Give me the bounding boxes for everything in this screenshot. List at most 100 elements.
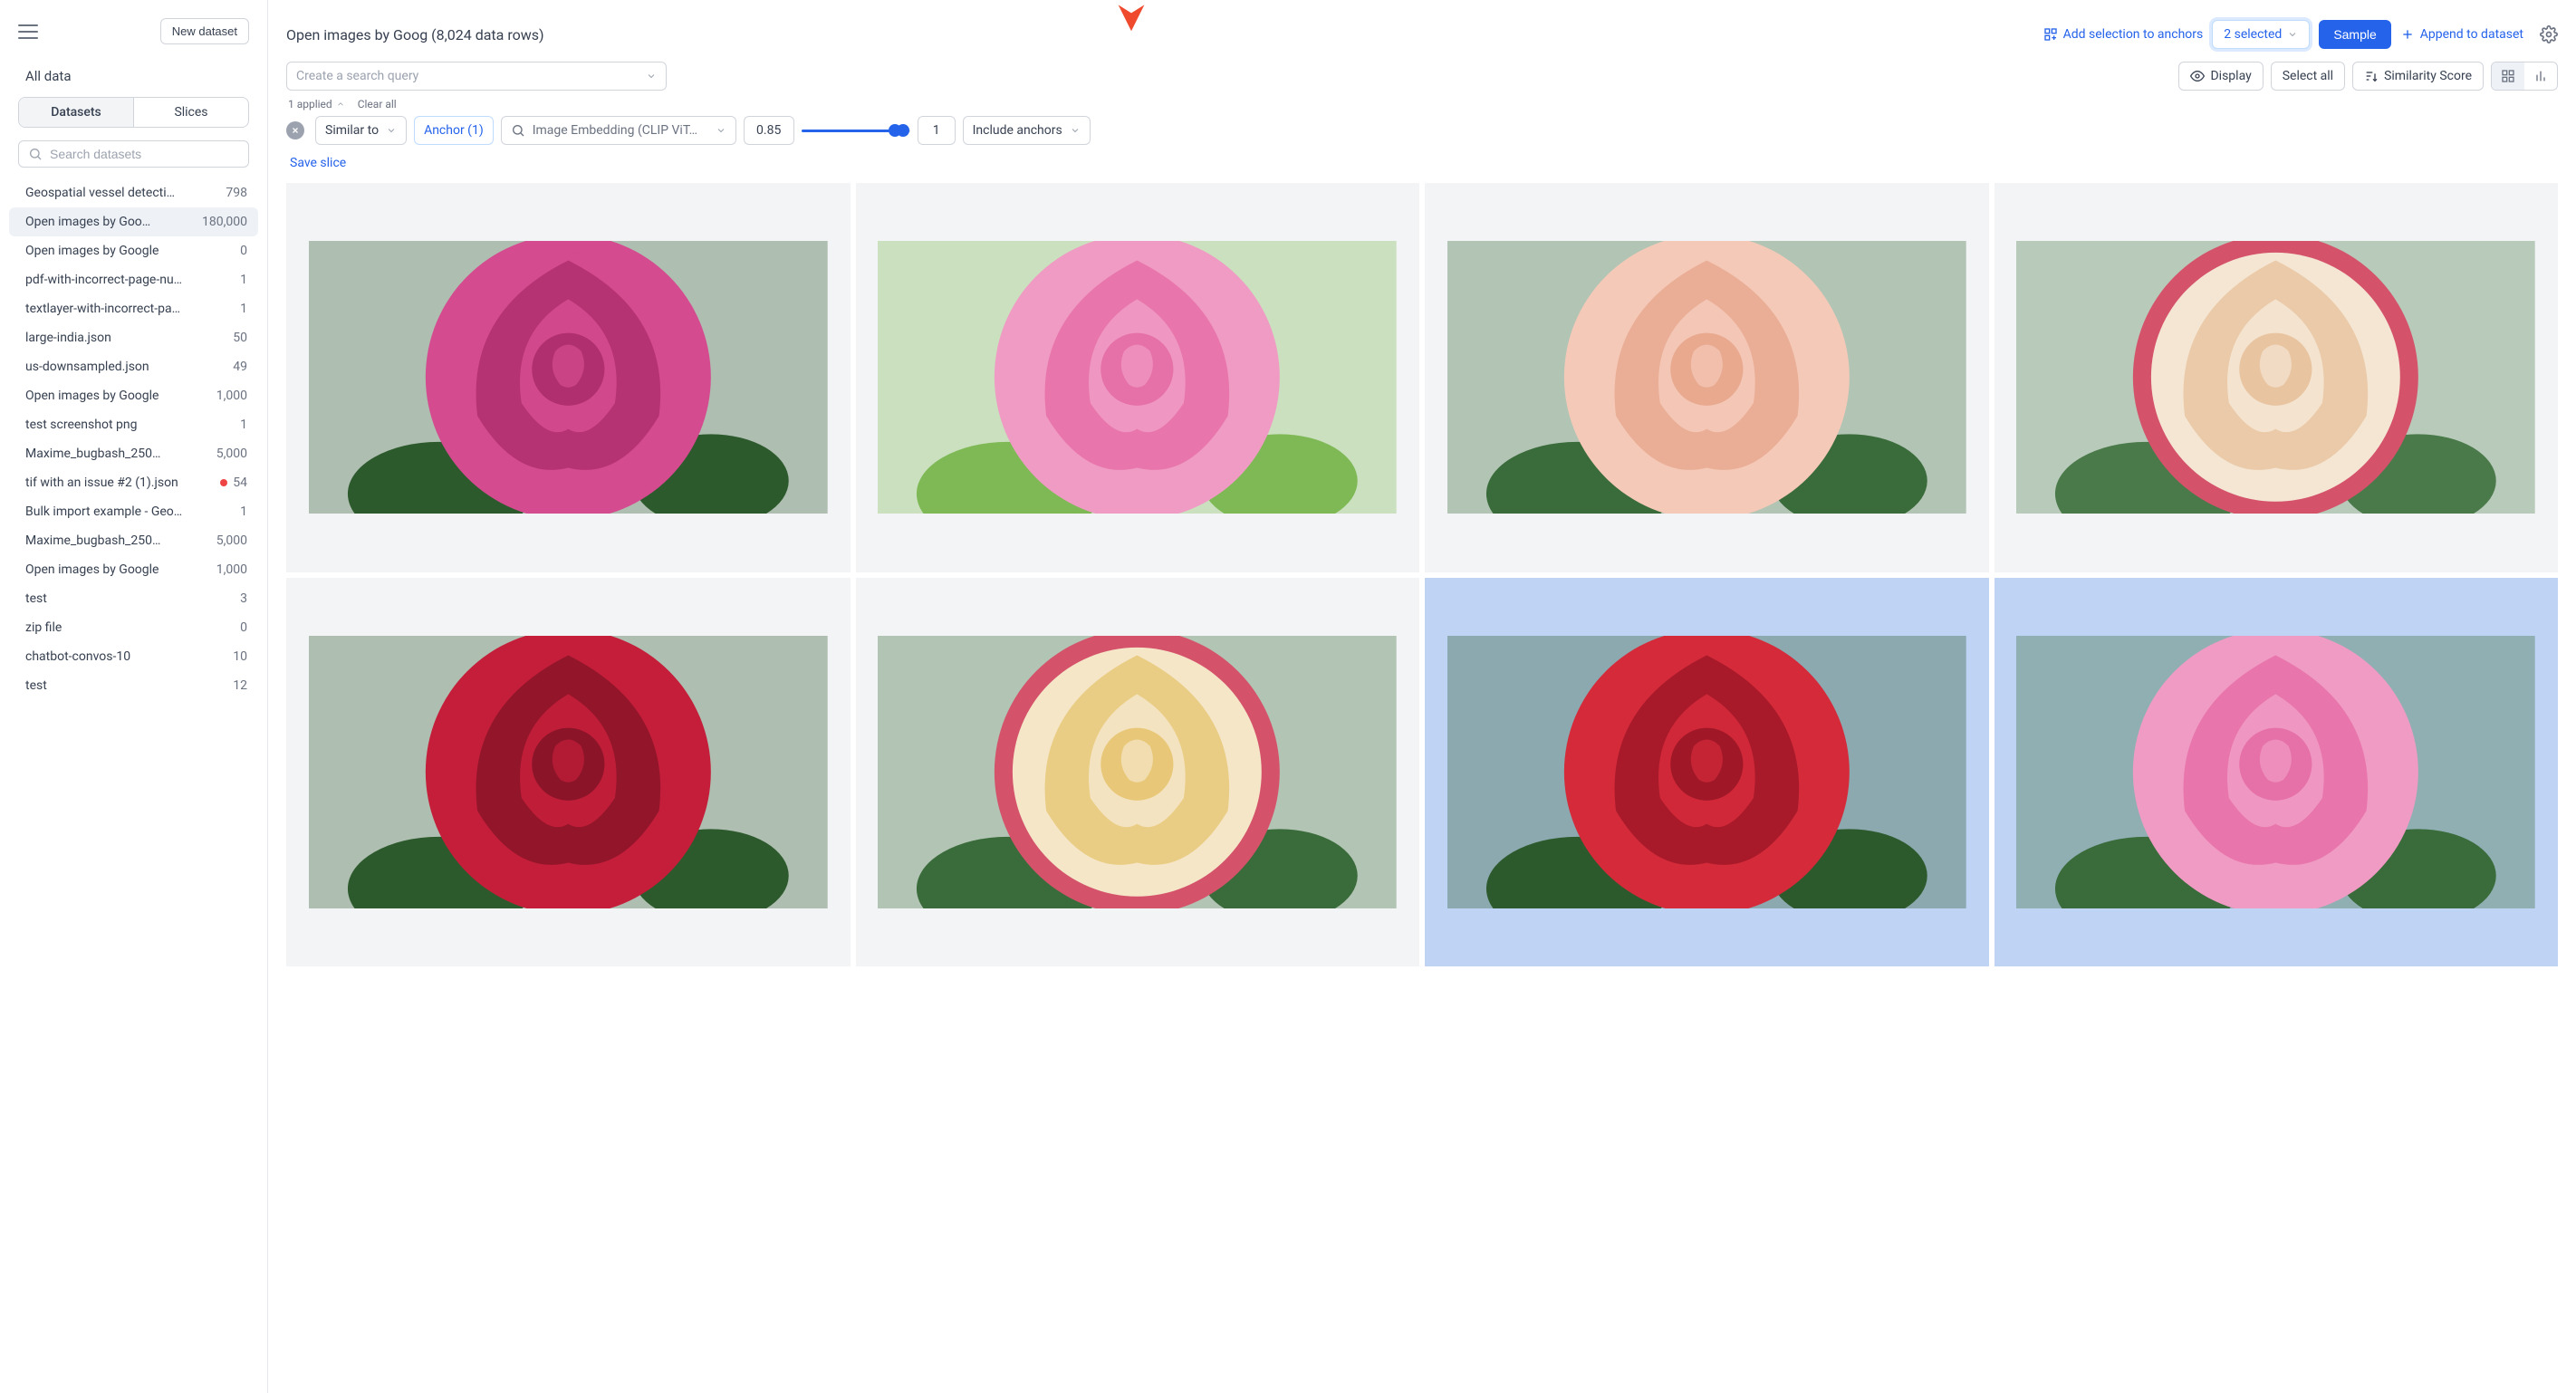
similarity-score-button[interactable]: Similarity Score (2352, 62, 2484, 91)
applied-filters-toggle[interactable]: 1 applied (288, 98, 345, 110)
dataset-name: chatbot-convos-10 (25, 649, 130, 664)
threshold-slider[interactable] (802, 121, 910, 139)
search-query-input[interactable]: Create a search query (286, 62, 667, 91)
clear-all-button[interactable]: Clear all (358, 98, 397, 110)
gallery-cell[interactable] (1425, 578, 1989, 967)
similar-to-label: Similar to (325, 123, 379, 138)
slider-thumb-max[interactable] (897, 124, 909, 137)
dataset-item[interactable]: pdf-with-incorrect-page-nu…1 (9, 265, 258, 294)
gallery-image (309, 241, 828, 514)
similar-to-dropdown[interactable]: Similar to (315, 116, 407, 145)
chart-view-button[interactable] (2524, 62, 2557, 90)
dataset-item[interactable]: Bulk import example - Geos…1 (9, 497, 258, 526)
slider-fill (802, 130, 894, 132)
gallery-image (1447, 636, 1966, 908)
dataset-count: 1 (240, 418, 247, 432)
applied-label: 1 applied (288, 98, 332, 110)
search-datasets-box[interactable] (18, 140, 249, 168)
gallery-cell[interactable] (1994, 183, 2559, 572)
dataset-item[interactable]: Open images by Google1,000 (9, 555, 258, 584)
dataset-count: 1 (240, 504, 247, 519)
dataset-name: Geospatial vessel detecti… (25, 186, 175, 200)
select-all-button[interactable]: Select all (2271, 62, 2345, 91)
dataset-item[interactable]: zip file0 (9, 613, 258, 642)
dataset-item[interactable]: tif with an issue #2 (1).json54 (9, 468, 258, 497)
gallery-image (309, 636, 828, 908)
dataset-name: Open images by Goo… (25, 215, 150, 229)
remove-filter-button[interactable] (286, 121, 304, 139)
dataset-name: zip file (25, 620, 62, 635)
dataset-item[interactable]: Open images by Goo… 180,000 (9, 207, 258, 236)
gallery-cell[interactable] (286, 183, 851, 572)
hamburger-menu[interactable] (18, 24, 38, 39)
gallery-cell[interactable] (1994, 578, 2559, 967)
sidebar-tabs: Datasets Slices (18, 97, 249, 128)
status-dot (220, 479, 227, 486)
dataset-item[interactable]: Geospatial vessel detecti…798 (9, 178, 258, 207)
dataset-item[interactable]: Open images by Google0 (9, 236, 258, 265)
dataset-name: test (25, 678, 47, 693)
anchor-dropdown[interactable]: Anchor (1) (414, 116, 494, 145)
dataset-item[interactable]: textlayer-with-incorrect-pa… 1 (9, 294, 258, 323)
dataset-item[interactable]: us-downsampled.json49 (9, 352, 258, 381)
gallery-cell[interactable] (856, 183, 1420, 572)
dataset-name: Maxime_bugbash_250… (25, 447, 160, 461)
dataset-item[interactable]: test screenshot png 1 (9, 410, 258, 439)
dataset-name: pdf-with-incorrect-page-nu… (25, 273, 182, 287)
dataset-item[interactable]: Maxime_bugbash_250…5,000 (9, 439, 258, 468)
dataset-name: Maxime_bugbash_250… (25, 533, 160, 548)
tab-slices[interactable]: Slices (133, 98, 248, 127)
dataset-item[interactable]: chatbot-convos-10 10 (9, 642, 258, 671)
gallery-image (1447, 241, 1966, 514)
sample-button[interactable]: Sample (2319, 20, 2390, 49)
embedding-label: Image Embedding (CLIP ViT… (533, 123, 708, 138)
dataset-count: 10 (233, 649, 247, 664)
dataset-count: 5,000 (216, 533, 247, 548)
gallery-image (878, 241, 1397, 514)
gallery-cell[interactable] (286, 578, 851, 967)
add-selection-to-anchors-button[interactable]: Add selection to anchors (2043, 27, 2204, 42)
append-label: Append to dataset (2420, 27, 2523, 42)
gallery-image (2016, 241, 2535, 514)
dataset-name: Open images by Google (25, 389, 159, 403)
search-datasets-input[interactable] (50, 147, 239, 161)
append-to-dataset-button[interactable]: Append to dataset (2400, 27, 2523, 42)
dataset-item[interactable]: test3 (9, 584, 258, 613)
grid-icon (2501, 69, 2515, 83)
display-button[interactable]: Display (2178, 62, 2263, 91)
result-count[interactable]: 1 (918, 116, 956, 145)
selected-count-dropdown[interactable]: 2 selected (2212, 20, 2310, 49)
add-selection-label: Add selection to anchors (2063, 27, 2204, 42)
save-slice-link[interactable]: Save slice (290, 156, 346, 170)
dataset-count: 49 (233, 360, 247, 374)
gallery-cell[interactable] (856, 578, 1420, 967)
chevron-down-icon (386, 125, 397, 136)
dataset-count: 180,000 (202, 215, 247, 229)
select-all-label: Select all (2283, 69, 2333, 83)
anchors-icon (2043, 27, 2058, 42)
bar-chart-icon (2533, 69, 2548, 83)
include-anchors-label: Include anchors (973, 123, 1062, 138)
chevron-down-icon (2287, 29, 2298, 40)
dataset-item[interactable]: Maxime_bugbash_250… 5,000 (9, 526, 258, 555)
dataset-name: test (25, 591, 47, 606)
new-dataset-button[interactable]: New dataset (160, 18, 249, 44)
all-data-link[interactable]: All data (0, 59, 267, 97)
search-icon (511, 123, 525, 138)
dataset-item[interactable]: Open images by Google1,000 (9, 381, 258, 410)
grid-view-button[interactable] (2492, 62, 2524, 90)
threshold-value[interactable]: 0.85 (744, 116, 794, 145)
dataset-name: test screenshot png (25, 418, 137, 432)
gallery-cell[interactable] (1425, 183, 1989, 572)
settings-button[interactable] (2540, 25, 2558, 43)
tab-datasets[interactable]: Datasets (19, 98, 133, 127)
dataset-item[interactable]: large-india.json50 (9, 323, 258, 352)
dataset-item[interactable]: test12 (9, 671, 258, 700)
search-query-placeholder: Create a search query (296, 69, 418, 83)
anchor-label: Anchor (1) (424, 123, 484, 138)
embedding-dropdown[interactable]: Image Embedding (CLIP ViT… (501, 116, 736, 145)
page-title: Open images by Goog (8,024 data rows) (286, 26, 544, 43)
dataset-name: textlayer-with-incorrect-pa… (25, 302, 180, 316)
dataset-count: 1 (240, 302, 247, 316)
include-anchors-dropdown[interactable]: Include anchors (963, 116, 1091, 145)
